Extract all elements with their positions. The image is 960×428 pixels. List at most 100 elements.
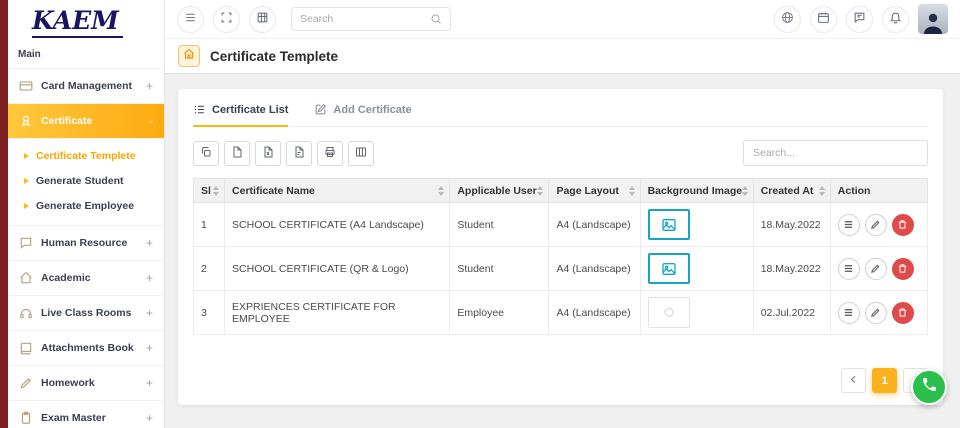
sidebar-nav: Card Management + Certificate - Certific… bbox=[8, 68, 164, 428]
export-csv-button[interactable] bbox=[224, 141, 250, 166]
delete-button[interactable] bbox=[892, 258, 914, 280]
sidebar-subitem-generate-employee[interactable]: Generate Employee bbox=[8, 194, 164, 219]
sort-icon bbox=[819, 186, 825, 196]
certificate-submenu: Certificate Templete Generate Student Ge… bbox=[8, 138, 164, 225]
delete-button[interactable] bbox=[892, 214, 914, 236]
sidebar-item-certificate[interactable]: Certificate - bbox=[8, 103, 164, 138]
user-avatar[interactable] bbox=[918, 4, 948, 34]
column-header-certificate-name[interactable]: Certificate Name bbox=[225, 179, 450, 203]
apps-grid-button[interactable] bbox=[249, 6, 276, 33]
sidebar-section-label: Main bbox=[8, 41, 164, 68]
sidebar-subitem-generate-student[interactable]: Generate Student bbox=[8, 169, 164, 194]
sidebar-item-card-management[interactable]: Card Management + bbox=[8, 68, 164, 103]
cell-page-layout: A4 (Landscape) bbox=[549, 203, 640, 247]
headphones-icon bbox=[19, 306, 33, 320]
edit-button[interactable] bbox=[865, 302, 887, 324]
column-visibility-button[interactable] bbox=[348, 141, 374, 166]
pagination-page-1[interactable]: 1 bbox=[872, 368, 897, 393]
row-actions bbox=[838, 214, 920, 236]
collapse-toggle: - bbox=[149, 114, 153, 128]
cell-actions bbox=[830, 203, 927, 247]
print-icon bbox=[324, 146, 336, 161]
menu-toggle-button[interactable] bbox=[177, 6, 204, 33]
sidebar-item-live-class-rooms[interactable]: Live Class Rooms + bbox=[8, 295, 164, 330]
expand-toggle: + bbox=[146, 341, 153, 355]
cell-applicable-user: Student bbox=[450, 247, 549, 291]
left-accent-strip bbox=[0, 0, 8, 428]
page-title-bar: Certificate Templete bbox=[165, 38, 960, 74]
sidebar-item-homework[interactable]: Homework + bbox=[8, 365, 164, 400]
sidebar-item-label: Academic bbox=[41, 272, 138, 284]
export-pdf-button[interactable] bbox=[286, 141, 312, 166]
sidebar-subitem-label: Generate Employee bbox=[36, 200, 134, 212]
search-icon bbox=[430, 13, 442, 25]
column-header-created-at[interactable]: Created At bbox=[753, 179, 830, 203]
column-header-applicable-user[interactable]: Applicable User bbox=[450, 179, 549, 203]
cell-sl: 1 bbox=[194, 203, 225, 247]
page-title: Certificate Templete bbox=[210, 49, 338, 64]
sidebar-item-attachments-book[interactable]: Attachments Book + bbox=[8, 330, 164, 365]
file-excel-icon bbox=[262, 146, 274, 161]
brand-logo-text: KAEM bbox=[32, 7, 123, 38]
export-excel-button[interactable] bbox=[255, 141, 281, 166]
tab-add-certificate[interactable]: Add Certificate bbox=[314, 103, 411, 127]
image-thumbnail[interactable] bbox=[648, 253, 690, 284]
chat-bubble-icon bbox=[19, 236, 33, 250]
home-button[interactable] bbox=[178, 45, 200, 67]
table-search-input[interactable] bbox=[743, 140, 928, 166]
pagination-prev-button[interactable] bbox=[841, 368, 866, 393]
table-header-row: Sl Certificate Name Applicable User Page… bbox=[194, 179, 928, 203]
whatsapp-button[interactable] bbox=[911, 369, 947, 405]
table-row: 2 SCHOOL CERTIFICATE (QR & Logo) Student… bbox=[194, 247, 928, 291]
image-thumbnail[interactable] bbox=[648, 209, 690, 240]
messages-button[interactable] bbox=[846, 6, 873, 33]
edit-button[interactable] bbox=[865, 258, 887, 280]
details-button[interactable] bbox=[838, 302, 860, 324]
certificate-table: Sl Certificate Name Applicable User Page… bbox=[193, 178, 928, 335]
tab-label: Certificate List bbox=[212, 104, 288, 116]
fullscreen-icon bbox=[220, 11, 233, 27]
sort-icon bbox=[629, 186, 635, 196]
sidebar-item-label: Card Management bbox=[41, 80, 138, 92]
cell-certificate-name: EXPRIENCES CERTIFICATE FOR EMPLOYEE bbox=[225, 291, 450, 335]
column-header-sl[interactable]: Sl bbox=[194, 179, 225, 203]
sidebar-item-label: Human Resource bbox=[41, 237, 138, 249]
sidebar-item-exam-master[interactable]: Exam Master + bbox=[8, 400, 164, 428]
cell-certificate-name: SCHOOL CERTIFICATE (A4 Landscape) bbox=[225, 203, 450, 247]
details-button[interactable] bbox=[838, 214, 860, 236]
sidebar-item-academic[interactable]: Academic + bbox=[8, 260, 164, 295]
cell-actions bbox=[830, 291, 927, 335]
language-button[interactable] bbox=[774, 6, 801, 33]
notifications-button[interactable] bbox=[882, 6, 909, 33]
sidebar-item-human-resource[interactable]: Human Resource + bbox=[8, 225, 164, 260]
details-button[interactable] bbox=[838, 258, 860, 280]
calendar-button[interactable] bbox=[810, 6, 837, 33]
edit-button[interactable] bbox=[865, 214, 887, 236]
cell-background-image bbox=[640, 203, 753, 247]
image-thumbnail[interactable] bbox=[648, 297, 690, 328]
content-area: Certificate List Add Certificate bbox=[165, 74, 960, 428]
cell-actions bbox=[830, 247, 927, 291]
cell-sl: 3 bbox=[194, 291, 225, 335]
column-header-background-image[interactable]: Background Image bbox=[640, 179, 753, 203]
chevron-left-icon bbox=[848, 374, 859, 388]
caret-right-icon bbox=[24, 153, 29, 159]
top-header bbox=[165, 0, 960, 38]
print-button[interactable] bbox=[317, 141, 343, 166]
expand-toggle: + bbox=[146, 306, 153, 320]
tab-certificate-list[interactable]: Certificate List bbox=[193, 103, 288, 127]
caret-right-icon bbox=[24, 203, 29, 209]
cell-applicable-user: Employee bbox=[450, 291, 549, 335]
file-csv-icon bbox=[231, 146, 243, 161]
delete-button[interactable] bbox=[892, 302, 914, 324]
book-icon bbox=[19, 341, 33, 355]
sidebar-subitem-certificate-templete[interactable]: Certificate Templete bbox=[8, 144, 164, 169]
copy-button[interactable] bbox=[193, 141, 219, 166]
sidebar-item-label: Attachments Book bbox=[41, 342, 138, 354]
main-area: Certificate Templete Certificate List Ad… bbox=[165, 0, 960, 428]
fullscreen-button[interactable] bbox=[213, 6, 240, 33]
global-search-input[interactable] bbox=[300, 13, 430, 25]
calendar-icon bbox=[817, 11, 830, 27]
brand-logo[interactable]: KAEM bbox=[8, 0, 164, 41]
column-header-page-layout[interactable]: Page Layout bbox=[549, 179, 640, 203]
